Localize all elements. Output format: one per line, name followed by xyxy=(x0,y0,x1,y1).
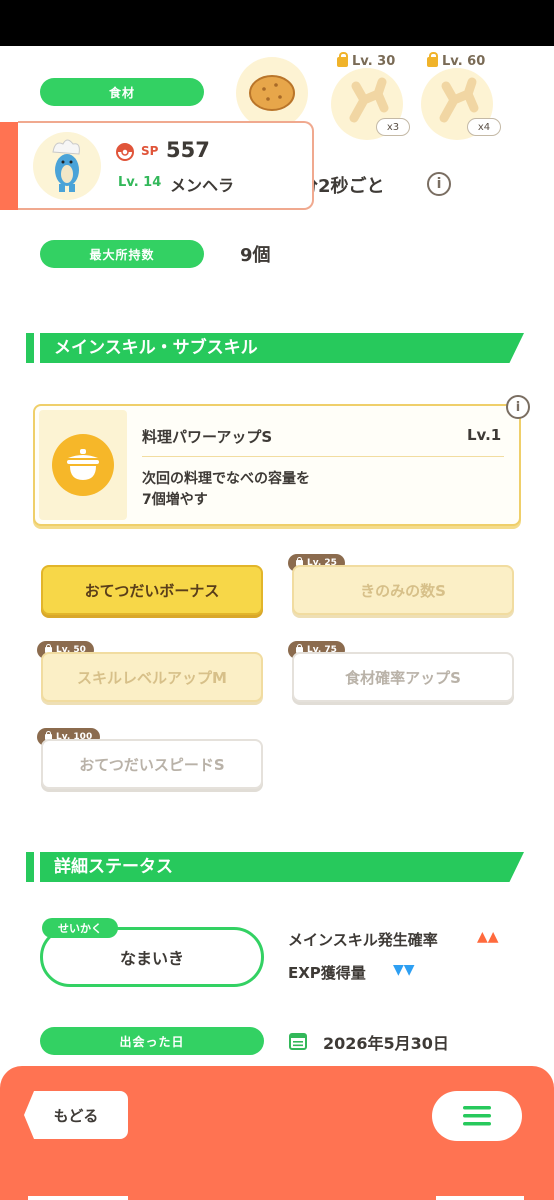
stat-up-arrows-icon: ▲▲ xyxy=(477,929,499,945)
cooking-pot-icon xyxy=(52,434,114,496)
nature-tag: せいかく xyxy=(42,918,118,938)
sub-skill-3[interactable]: スキルレベルアップM xyxy=(41,652,263,702)
main-skill-level: Lv.1 xyxy=(467,426,502,444)
lock-icon xyxy=(427,51,438,67)
potato-icon xyxy=(249,75,295,111)
max-carry-value: 9個 xyxy=(240,245,271,266)
sp-value: 557 xyxy=(166,138,210,162)
pokemon-name: メンヘラ xyxy=(170,176,235,195)
main-skill-card[interactable]: 料理パワーアップS Lv.1 次回の料理でなべの容量を 7個増やす xyxy=(33,404,521,526)
stat-down-label: EXP獲得量 xyxy=(288,964,366,982)
sp-label: SP xyxy=(141,144,159,158)
menu-button[interactable] xyxy=(432,1091,522,1141)
pokemon-avatar xyxy=(33,132,101,200)
back-button[interactable]: もどる xyxy=(24,1091,128,1139)
skills-section-header: メインスキル・サブスキル xyxy=(26,333,524,363)
sub-skill-5[interactable]: おてつだいスピードS xyxy=(41,739,263,789)
divider xyxy=(142,456,504,457)
ingredient-count-badge: x3 xyxy=(376,118,410,136)
tab-indicator xyxy=(28,1196,128,1200)
met-date-label: 出会った日 xyxy=(40,1027,264,1055)
stat-up-label: メインスキル発生確率 xyxy=(288,931,438,949)
card-tab xyxy=(0,122,20,210)
status-bar xyxy=(0,0,554,46)
lock-icon xyxy=(337,51,348,67)
pokeball-icon xyxy=(116,143,134,161)
detail-section-header: 詳細ステータス xyxy=(26,852,524,882)
sub-skill-4[interactable]: 食材確率アップS xyxy=(292,652,514,702)
main-skill-name: 料理パワーアップS xyxy=(142,428,273,446)
tab-indicator xyxy=(436,1196,524,1200)
ingredient-count-badge: x4 xyxy=(467,118,501,136)
calendar-icon xyxy=(289,1033,307,1050)
pokemon-level: Lv. 14 xyxy=(118,175,162,190)
stat-down-arrows-icon: ▼▼ xyxy=(393,962,415,978)
skill-info-icon[interactable]: i xyxy=(506,395,530,419)
pokemon-card[interactable]: SP 557 Lv. 14 メンヘラ xyxy=(18,121,314,210)
hamburger-menu-icon xyxy=(463,1106,491,1126)
met-date-value: 2026年5月30日 xyxy=(323,1034,449,1053)
main-skill-description: 次回の料理でなべの容量を 7個増やす xyxy=(142,471,310,508)
sub-skill-2[interactable]: きのみの数S xyxy=(292,565,514,615)
sub-skill-1[interactable]: おてつだいボーナス xyxy=(41,565,263,615)
info-icon[interactable]: i xyxy=(427,172,451,196)
pokemon-sprite-icon xyxy=(52,139,80,192)
ingredients-label: 食材 xyxy=(40,78,204,106)
max-carry-label: 最大所持数 xyxy=(40,240,204,268)
